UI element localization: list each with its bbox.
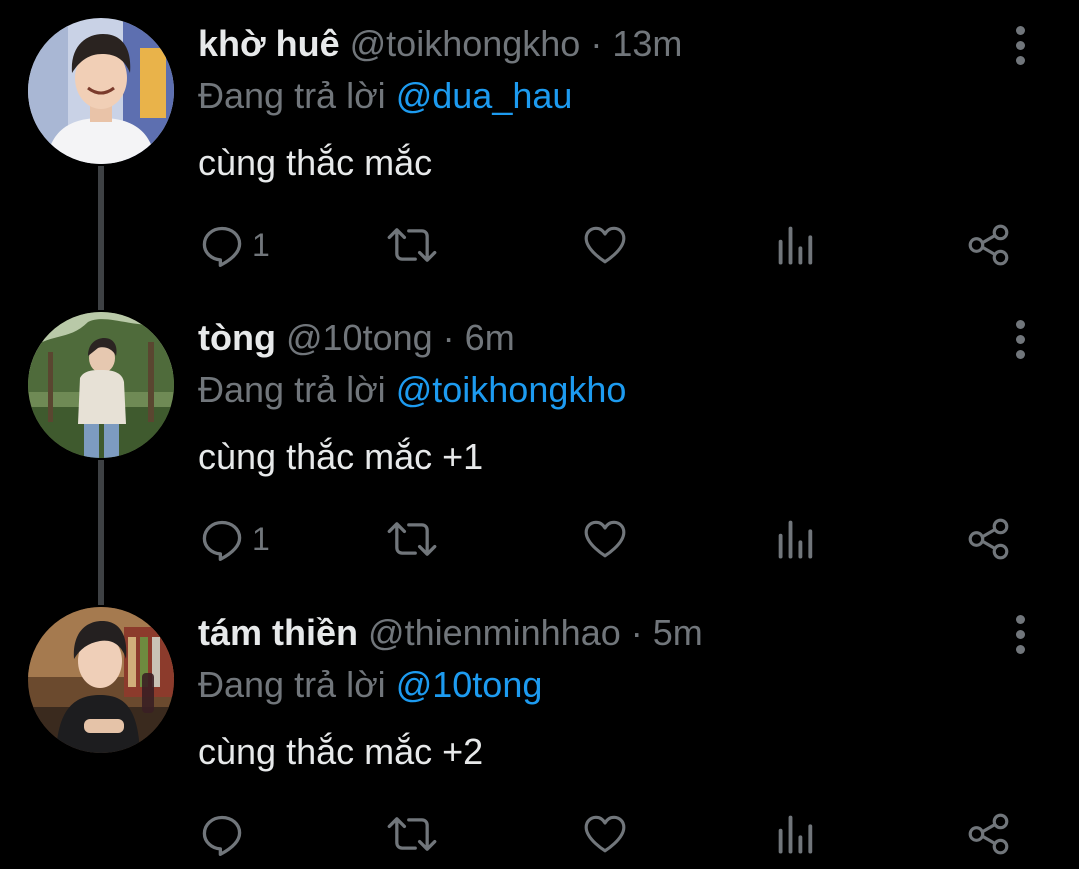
heart-icon [582, 223, 628, 267]
replying-to-label: Đang trả lời [198, 664, 386, 705]
views-button[interactable] [774, 222, 818, 268]
tweet-actions: 1 [0, 222, 1079, 268]
tweet-text: cùng thắc mắc [198, 142, 433, 183]
tweet-actions: 1 [0, 516, 1079, 562]
share-icon [966, 811, 1012, 857]
tweet-text: cùng thắc mắc +2 [198, 731, 484, 772]
retweet-button[interactable] [386, 811, 438, 857]
views-icon [774, 812, 818, 856]
user-handle[interactable]: @thienminhhao [368, 612, 621, 653]
reply-icon [200, 517, 244, 561]
retweet-icon [386, 517, 438, 561]
views-button[interactable] [774, 811, 818, 857]
like-button[interactable] [582, 516, 628, 562]
share-button[interactable] [966, 811, 1012, 857]
reply-button[interactable]: 1 [200, 222, 270, 268]
display-name[interactable]: tòng [198, 317, 276, 358]
share-button[interactable] [966, 222, 1012, 268]
share-icon [966, 222, 1012, 268]
avatar[interactable] [28, 18, 174, 164]
replying-to-label: Đang trả lời [198, 75, 386, 116]
retweet-icon [386, 812, 438, 856]
reply-icon [200, 812, 244, 856]
heart-icon [582, 812, 628, 856]
tweet-header: tòng @10tong · 6m [198, 318, 515, 358]
tweet-header: tám thiền @thienminhhao · 5m [198, 613, 703, 653]
separator-dot: · [590, 23, 603, 64]
avatar[interactable] [28, 607, 174, 753]
replying-to-mention[interactable]: @dua_hau [396, 75, 573, 116]
timestamp[interactable]: 13m [612, 23, 682, 64]
display-name[interactable]: tám thiền [198, 612, 358, 653]
heart-icon [582, 517, 628, 561]
timestamp[interactable]: 5m [653, 612, 703, 653]
tweet-header: khờ huê @toikhongkho · 13m [198, 24, 682, 64]
replying-to-mention[interactable]: @toikhongkho [396, 369, 627, 410]
views-button[interactable] [774, 516, 818, 562]
replying-to: Đang trả lời @dua_hau [198, 76, 572, 116]
replying-to-label: Đang trả lời [198, 369, 386, 410]
reply-count: 1 [252, 227, 270, 263]
more-vertical-icon[interactable] [1011, 320, 1031, 360]
share-button[interactable] [966, 516, 1012, 562]
replying-to: Đang trả lời @toikhongkho [198, 370, 626, 410]
replying-to: Đang trả lời @10tong [198, 665, 542, 705]
replying-to-mention[interactable]: @10tong [396, 664, 543, 705]
retweet-button[interactable] [386, 222, 438, 268]
retweet-button[interactable] [386, 516, 438, 562]
separator-dot: · [630, 612, 643, 653]
share-icon [966, 516, 1012, 562]
reply-thread: khờ huê @toikhongkho · 13m Đang trả lời … [0, 0, 1079, 869]
timestamp[interactable]: 6m [465, 317, 515, 358]
like-button[interactable] [582, 222, 628, 268]
user-handle[interactable]: @toikhongkho [350, 23, 581, 64]
reply-count: 1 [252, 521, 270, 557]
retweet-icon [386, 223, 438, 267]
avatar[interactable] [28, 312, 174, 458]
tweet-text: cùng thắc mắc +1 [198, 436, 484, 477]
tweet-actions [0, 811, 1079, 857]
user-handle[interactable]: @10tong [286, 317, 433, 358]
like-button[interactable] [582, 811, 628, 857]
more-vertical-icon[interactable] [1011, 26, 1031, 66]
separator-dot: · [442, 317, 455, 358]
display-name[interactable]: khờ huê [198, 23, 340, 64]
more-vertical-icon[interactable] [1011, 615, 1031, 655]
reply-icon [200, 223, 244, 267]
reply-button[interactable]: 1 [200, 516, 270, 562]
views-icon [774, 223, 818, 267]
views-icon [774, 517, 818, 561]
reply-button[interactable] [200, 811, 252, 857]
